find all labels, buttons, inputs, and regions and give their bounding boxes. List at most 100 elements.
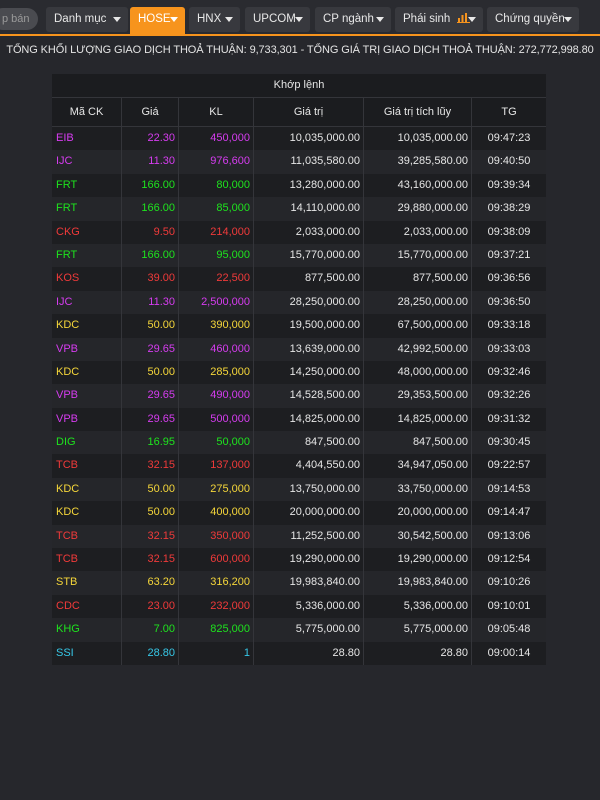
table-row[interactable]: IJC 11.30 976,600 11,035,580.00 39,285,580.0… — [52, 150, 546, 174]
chevron-down-icon — [225, 17, 233, 22]
table-row[interactable]: TCB 32.15 350,000 11,252,500.00 30,542,500.0… — [52, 524, 546, 549]
time-cell: 09:39:34 — [487, 178, 531, 191]
tab-hnx[interactable]: HNX — [189, 7, 240, 32]
tab-upcom[interactable]: UPCOM — [245, 7, 310, 32]
tab-label: Phái sinh — [403, 13, 451, 25]
value-cell: 5,775,000.00 — [254, 618, 364, 642]
table-row[interactable]: KDC 50.00 390,000 19,500,000.00 67,500,000.0… — [52, 314, 546, 338]
time-cell: 09:36:56 — [487, 272, 531, 285]
volume-cell: 490,000 — [179, 384, 254, 408]
time-cell: 09:32:46 — [487, 365, 531, 378]
price-cell: 7.00 — [122, 618, 179, 642]
cumulative-value-cell: 48,000,000.00 — [364, 360, 472, 385]
volume-cell: 600,000 — [179, 548, 254, 572]
time-cell: 09:30:45 — [487, 436, 531, 449]
tab-hose[interactable]: HOSE — [130, 7, 185, 36]
time-cell: 09:05:48 — [487, 623, 531, 636]
table-row[interactable]: SSI 28.80 1 28.80 28.80 09:00:14 — [52, 641, 546, 665]
column-header-cumulative[interactable]: Giá trị tích lũy — [364, 98, 472, 126]
tab-chung-quyen[interactable]: Chứng quyền — [487, 7, 579, 32]
volume-cell: 137,000 — [179, 454, 254, 478]
volume-cell: 232,000 — [179, 594, 254, 619]
column-header-symbol[interactable]: Mã CK — [52, 98, 122, 126]
table-row[interactable]: VPB 29.65 460,000 13,639,000.00 42,992,500.0… — [52, 337, 546, 361]
column-header-time[interactable]: TG — [472, 98, 546, 126]
matched-orders-table: Khớp lệnh Mã CK Giá KL Giá trị Giá trị t… — [52, 74, 546, 665]
cumulative-value-cell: 43,160,000.00 — [364, 173, 472, 198]
column-header-price[interactable]: Giá — [122, 98, 179, 126]
value-cell: 14,250,000.00 — [254, 360, 364, 385]
time-cell: 09:36:50 — [487, 295, 531, 308]
value-cell: 11,035,580.00 — [254, 150, 364, 174]
price-cell: 32.15 — [122, 454, 179, 478]
table-row[interactable]: KDC 50.00 400,000 20,000,000.00 20,000,000.0… — [52, 501, 546, 525]
price-cell: 50.00 — [122, 477, 179, 502]
table-row[interactable]: KDC 50.00 275,000 13,750,000.00 33,750,000.0… — [52, 477, 546, 502]
value-cell: 15,770,000.00 — [254, 243, 364, 268]
volume-cell: 22,500 — [179, 267, 254, 291]
value-cell: 877,500.00 — [254, 267, 364, 291]
tab-phai-sinh[interactable]: Phái sinh — [395, 7, 483, 32]
table-row[interactable]: CDC 23.00 232,000 5,336,000.00 5,336,000.00 0… — [52, 594, 546, 619]
price-cell: 29.65 — [122, 337, 179, 361]
symbol-cell: VPB — [52, 337, 122, 361]
time-cell: 09:38:29 — [487, 202, 531, 215]
symbol-cell: VPB — [52, 384, 122, 408]
time-cell: 09:32:26 — [487, 389, 531, 402]
value-cell: 19,290,000.00 — [254, 548, 364, 572]
time-cell: 09:13:06 — [487, 529, 531, 542]
symbol-cell: TCB — [52, 548, 122, 572]
table-row[interactable]: FRT 166.00 95,000 15,770,000.00 15,770,000.0… — [52, 243, 546, 268]
table-row[interactable]: CKG 9.50 214,000 2,033,000.00 2,033,000.00 09… — [52, 220, 546, 244]
cumulative-value-cell: 67,500,000.00 — [364, 314, 472, 338]
volume-cell: 285,000 — [179, 360, 254, 385]
table-row[interactable]: KOS 39.00 22,500 877,500.00 877,500.00 09:36:… — [52, 267, 546, 291]
table-row[interactable]: DIG 16.95 50,000 847,500.00 847,500.00 09:30:… — [52, 431, 546, 455]
symbol-cell: DIG — [52, 431, 122, 455]
value-cell: 11,252,500.00 — [254, 524, 364, 549]
column-header-volume[interactable]: KL — [179, 98, 254, 126]
search-input[interactable]: p bán — [0, 8, 38, 30]
table-row[interactable]: VPB 29.65 490,000 14,528,500.00 29,353,500.0… — [52, 384, 546, 408]
column-header-value[interactable]: Giá trị — [254, 98, 364, 126]
price-cell: 63.20 — [122, 571, 179, 595]
table-row[interactable]: KDC 50.00 285,000 14,250,000.00 48,000,000.0… — [52, 360, 546, 385]
column-header-row: Mã CK Giá KL Giá trị Giá trị tích lũy TG — [52, 98, 546, 127]
time-cell: 09:10:26 — [487, 576, 531, 589]
tab-cp-nganh[interactable]: CP ngành — [315, 7, 391, 32]
time-cell: 09:37:21 — [487, 248, 531, 261]
table-row[interactable]: EIB 22.30 450,000 10,035,000.00 10,035,000.0… — [52, 127, 546, 151]
table-row[interactable]: KHG 7.00 825,000 5,775,000.00 5,775,000.00 09… — [52, 618, 546, 642]
price-cell: 39.00 — [122, 267, 179, 291]
price-cell: 166.00 — [122, 243, 179, 268]
chevron-down-icon — [113, 17, 121, 22]
tab-danh-muc[interactable]: Danh mục — [46, 7, 128, 32]
time-cell: 09:22:57 — [487, 459, 531, 472]
table-row[interactable]: FRT 166.00 85,000 14,110,000.00 29,880,000.0… — [52, 197, 546, 221]
value-cell: 13,280,000.00 — [254, 173, 364, 198]
value-cell: 14,528,500.00 — [254, 384, 364, 408]
symbol-cell: IJC — [52, 150, 122, 174]
price-cell: 11.30 — [122, 290, 179, 315]
time-cell: 09:10:01 — [487, 599, 531, 612]
time-cell: 09:47:23 — [487, 132, 531, 144]
volume-cell: 80,000 — [179, 173, 254, 198]
symbol-cell: SSI — [52, 641, 122, 665]
table-row[interactable]: TCB 32.15 137,000 4,404,550.00 34,947,050.00… — [52, 454, 546, 478]
summary-separator: - — [300, 44, 305, 56]
price-cell: 23.00 — [122, 594, 179, 619]
time-cell: 09:33:03 — [487, 342, 531, 355]
table-row[interactable]: VPB 29.65 500,000 14,825,000.00 14,825,000.0… — [52, 407, 546, 432]
table-row[interactable]: IJC 11.30 2,500,000 28,250,000.00 28,250,000… — [52, 290, 546, 315]
table-row[interactable]: STB 63.20 316,200 19,983,840.00 19,983,840.0… — [52, 571, 546, 595]
volume-cell: 450,000 — [179, 127, 254, 151]
tab-label: UPCOM — [253, 13, 296, 25]
table-row[interactable]: TCB 32.15 600,000 19,290,000.00 19,290,000.0… — [52, 548, 546, 572]
time-cell: 09:40:50 — [487, 155, 531, 168]
table-row[interactable]: FRT 166.00 80,000 13,280,000.00 43,160,000.0… — [52, 173, 546, 198]
tab-label: Chứng quyền — [495, 13, 565, 25]
chevron-down-icon — [376, 17, 384, 22]
time-cell: 09:14:53 — [487, 482, 531, 495]
cumulative-value-cell: 2,033,000.00 — [364, 220, 472, 244]
price-cell: 29.65 — [122, 384, 179, 408]
